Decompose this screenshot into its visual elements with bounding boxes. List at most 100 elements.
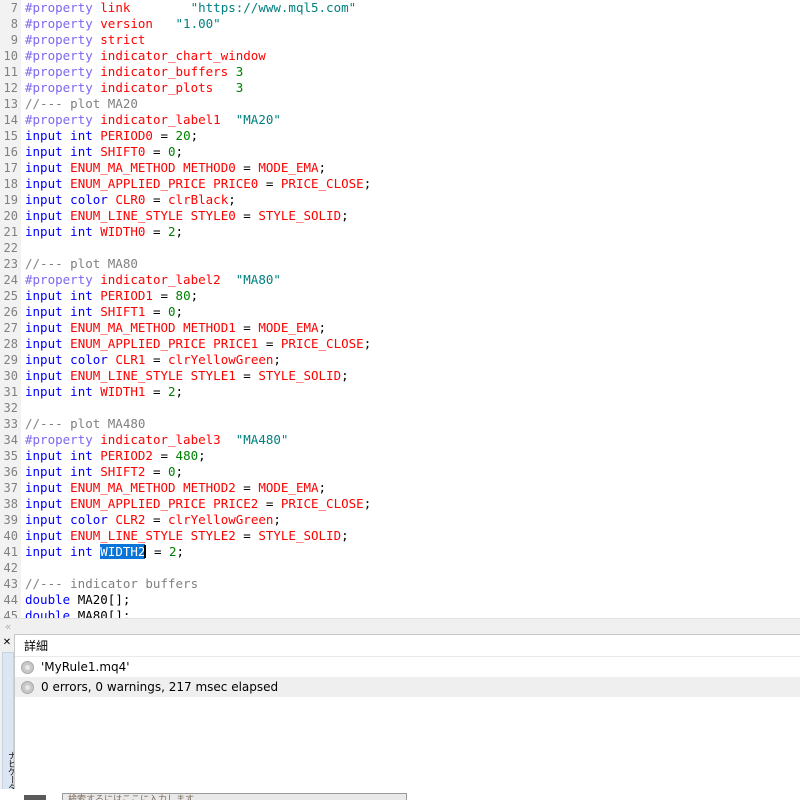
code-line[interactable]: 35 input int PERIOD2 = 480; bbox=[0, 448, 800, 464]
code-text[interactable]: #property link "https://www.mql5.com" bbox=[21, 0, 356, 16]
code-line[interactable]: 17 input ENUM_MA_METHOD METHOD0 = MODE_EM… bbox=[0, 160, 800, 176]
code-text[interactable]: input ENUM_APPLIED_PRICE PRICE1 = PRICE_… bbox=[21, 336, 371, 352]
code-line[interactable]: 15 input int PERIOD0 = 20; bbox=[0, 128, 800, 144]
code-text[interactable]: input int WIDTH0 = 2; bbox=[21, 224, 183, 240]
code-text[interactable]: input int PERIOD1 = 80; bbox=[21, 288, 198, 304]
code-token: "1.00" bbox=[175, 16, 221, 31]
code-line[interactable]: 26 input int SHIFT1 = 0; bbox=[0, 304, 800, 320]
code-text[interactable]: input ENUM_LINE_STYLE STYLE1 = STYLE_SOL… bbox=[21, 368, 349, 384]
code-text[interactable]: input ENUM_APPLIED_PRICE PRICE0 = PRICE_… bbox=[21, 176, 371, 192]
code-line[interactable]: 30 input ENUM_LINE_STYLE STYLE1 = STYLE_S… bbox=[0, 368, 800, 384]
scroll-track[interactable] bbox=[16, 619, 800, 634]
code-line[interactable]: 23 //--- plot MA80 bbox=[0, 256, 800, 272]
code-text[interactable]: input ENUM_MA_METHOD METHOD1 = MODE_EMA; bbox=[21, 320, 326, 336]
code-line[interactable]: 19 input color CLR0 = clrBlack; bbox=[0, 192, 800, 208]
code-line[interactable]: 32 bbox=[0, 400, 800, 416]
code-text[interactable]: input int WIDTH2 = 2; bbox=[21, 544, 184, 560]
code-line[interactable]: 24 #property indicator_label2 "MA80" bbox=[0, 272, 800, 288]
code-line[interactable]: 44 double MA20[]; bbox=[0, 592, 800, 608]
code-text[interactable]: //--- plot MA20 bbox=[21, 96, 138, 112]
log-row[interactable]: 0 errors, 0 warnings, 217 msec elapsed bbox=[15, 677, 800, 697]
code-text[interactable]: #property indicator_label1 "MA20" bbox=[21, 112, 281, 128]
code-text[interactable]: #property indicator_buffers 3 bbox=[21, 64, 243, 80]
code-line[interactable]: 40 input ENUM_LINE_STYLE STYLE2 = STYLE_S… bbox=[0, 528, 800, 544]
code-line[interactable]: 13 //--- plot MA20 bbox=[0, 96, 800, 112]
code-token: color bbox=[70, 512, 108, 527]
compile-log-list[interactable]: 'MyRule1.mq4' 0 errors, 0 warnings, 217 m… bbox=[15, 657, 800, 697]
code-token: ; bbox=[273, 512, 281, 527]
code-token: input bbox=[25, 368, 63, 383]
code-line[interactable]: 45 double MA80[]; bbox=[0, 608, 800, 618]
code-text[interactable]: input int WIDTH1 = 2; bbox=[21, 384, 183, 400]
code-text[interactable]: double MA80[]; bbox=[21, 608, 130, 618]
code-line[interactable]: 39 input color CLR2 = clrYellowGreen; bbox=[0, 512, 800, 528]
code-text[interactable]: input int SHIFT2 = 0; bbox=[21, 464, 183, 480]
code-text[interactable]: input ENUM_APPLIED_PRICE PRICE2 = PRICE_… bbox=[21, 496, 371, 512]
code-text[interactable]: input int PERIOD2 = 480; bbox=[21, 448, 206, 464]
code-line[interactable]: 31 input int WIDTH1 = 2; bbox=[0, 384, 800, 400]
editor-horizontal-scrollbar[interactable]: « bbox=[0, 618, 800, 634]
code-text[interactable]: input int SHIFT0 = 0; bbox=[21, 144, 183, 160]
code-line[interactable]: 37 input ENUM_MA_METHOD METHOD2 = MODE_EM… bbox=[0, 480, 800, 496]
code-text[interactable]: input int PERIOD0 = 20; bbox=[21, 128, 198, 144]
sidebar-item-navigator[interactable]: ナビゲーター bbox=[2, 652, 16, 800]
code-text[interactable]: double MA20[]; bbox=[21, 592, 130, 608]
log-row[interactable]: 'MyRule1.mq4' bbox=[15, 657, 800, 677]
code-line[interactable]: 33 //--- plot MA480 bbox=[0, 416, 800, 432]
scroll-left-arrow-icon[interactable]: « bbox=[0, 619, 16, 634]
code-line[interactable]: 16 input int SHIFT0 = 0; bbox=[0, 144, 800, 160]
code-line[interactable]: 43 //--- indicator buffers bbox=[0, 576, 800, 592]
taskbar-search-input[interactable]: 検索するにはここに入力します bbox=[62, 793, 407, 800]
code-line[interactable]: 14 #property indicator_label1 "MA20" bbox=[0, 112, 800, 128]
code-text[interactable]: #property indicator_plots 3 bbox=[21, 80, 243, 96]
code-line[interactable]: 18 input ENUM_APPLIED_PRICE PRICE0 = PRIC… bbox=[0, 176, 800, 192]
code-token: clrBlack bbox=[168, 192, 229, 207]
code-token: //--- indicator buffers bbox=[25, 576, 199, 591]
code-text[interactable]: #property version "1.00" bbox=[21, 16, 221, 32]
code-text[interactable]: input ENUM_MA_METHOD METHOD0 = MODE_EMA; bbox=[21, 160, 326, 176]
code-text[interactable]: input int SHIFT1 = 0; bbox=[21, 304, 183, 320]
code-line[interactable]: 7 #property link "https://www.mql5.com" bbox=[0, 0, 800, 16]
code-text[interactable]: #property indicator_label2 "MA80" bbox=[21, 272, 281, 288]
code-text[interactable]: //--- indicator buffers bbox=[21, 576, 198, 592]
code-line[interactable]: 34 #property indicator_label3 "MA480" bbox=[0, 432, 800, 448]
code-line[interactable]: 9 #property strict bbox=[0, 32, 800, 48]
code-line[interactable]: 10 #property indicator_chart_window bbox=[0, 48, 800, 64]
code-line[interactable]: 42 bbox=[0, 560, 800, 576]
code-text[interactable]: input ENUM_MA_METHOD METHOD2 = MODE_EMA; bbox=[21, 480, 326, 496]
code-line[interactable]: 11 #property indicator_buffers 3 bbox=[0, 64, 800, 80]
code-line[interactable]: 38 input ENUM_APPLIED_PRICE PRICE2 = PRIC… bbox=[0, 496, 800, 512]
code-text[interactable]: input color CLR0 = clrBlack; bbox=[21, 192, 236, 208]
code-token: input bbox=[25, 464, 63, 479]
start-button-icon[interactable] bbox=[24, 795, 46, 800]
code-line[interactable]: 12 #property indicator_plots 3 bbox=[0, 80, 800, 96]
code-line[interactable]: 22 bbox=[0, 240, 800, 256]
code-text[interactable]: #property strict bbox=[21, 32, 145, 48]
code-text[interactable] bbox=[21, 400, 25, 416]
code-text[interactable]: //--- plot MA480 bbox=[21, 416, 145, 432]
code-text[interactable] bbox=[21, 240, 25, 256]
line-number: 39 bbox=[0, 512, 21, 528]
code-text[interactable] bbox=[21, 560, 25, 576]
code-text[interactable]: #property indicator_chart_window bbox=[21, 48, 266, 64]
code-line[interactable]: 8 #property version "1.00" bbox=[0, 16, 800, 32]
code-editor[interactable]: 7 #property link "https://www.mql5.com" 8 #… bbox=[0, 0, 800, 618]
code-text[interactable]: input ENUM_LINE_STYLE STYLE0 = STYLE_SOL… bbox=[21, 208, 349, 224]
code-line[interactable]: 28 input ENUM_APPLIED_PRICE PRICE1 = PRIC… bbox=[0, 336, 800, 352]
code-text[interactable]: //--- plot MA80 bbox=[21, 256, 138, 272]
code-line[interactable]: 25 input int PERIOD1 = 80; bbox=[0, 288, 800, 304]
code-text[interactable]: input ENUM_LINE_STYLE STYLE2 = STYLE_SOL… bbox=[21, 528, 349, 544]
close-icon[interactable]: ✕ bbox=[0, 634, 14, 650]
code-text[interactable]: input color CLR1 = clrYellowGreen; bbox=[21, 352, 281, 368]
code-lines-container[interactable]: 7 #property link "https://www.mql5.com" 8 #… bbox=[0, 0, 800, 618]
code-text[interactable]: #property indicator_label3 "MA480" bbox=[21, 432, 288, 448]
code-line[interactable]: 20 input ENUM_LINE_STYLE STYLE0 = STYLE_S… bbox=[0, 208, 800, 224]
code-text[interactable]: input color CLR2 = clrYellowGreen; bbox=[21, 512, 281, 528]
code-line[interactable]: 21 input int WIDTH0 = 2; bbox=[0, 224, 800, 240]
code-line[interactable]: 41 input int WIDTH2 = 2; bbox=[0, 544, 800, 560]
code-line[interactable]: 29 input color CLR1 = clrYellowGreen; bbox=[0, 352, 800, 368]
line-number: 28 bbox=[0, 336, 21, 352]
code-token: indicator_label1 bbox=[100, 112, 221, 127]
code-line[interactable]: 36 input int SHIFT2 = 0; bbox=[0, 464, 800, 480]
code-line[interactable]: 27 input ENUM_MA_METHOD METHOD1 = MODE_EM… bbox=[0, 320, 800, 336]
